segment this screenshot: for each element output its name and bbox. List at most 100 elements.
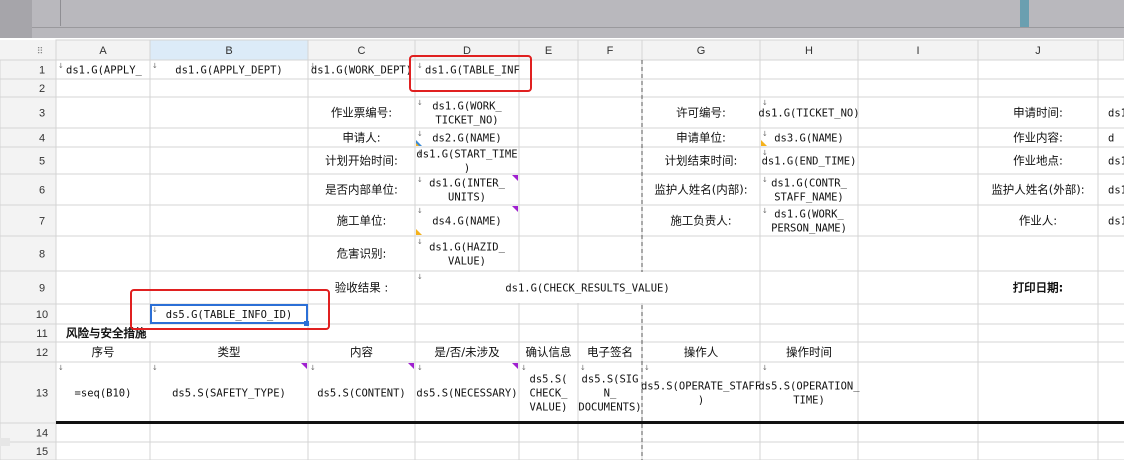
cell-13-3[interactable]: ds5.S(NECESSARY) <box>416 388 517 400</box>
cell-12-2[interactable]: 内容 <box>350 345 373 359</box>
cell-marker-icon <box>512 363 518 369</box>
cell-6-10[interactable]: ds1. <box>1108 185 1124 197</box>
cell-6-9[interactable]: 监护人姓名(外部): <box>991 183 1084 197</box>
cell-13-4[interactable]: ds5.S(CHECK_ VALUE) <box>530 374 569 414</box>
cell-5-9[interactable]: 作业地点: <box>1013 154 1063 168</box>
grid-canvas[interactable]: ⠿ A B C D E F G H I J123456789101112131415ds1.G(AP… <box>0 0 1124 461</box>
cell-12-7[interactable]: 操作时间 <box>786 345 832 359</box>
cell-12-4[interactable]: 确认信息 <box>526 345 572 359</box>
cell-12-0[interactable]: 序号 <box>92 345 115 359</box>
cell-5-2[interactable]: 计划开始时间: <box>325 154 398 168</box>
expand-arrow-icon: ↓ <box>58 364 64 372</box>
cell-3-9[interactable]: 申请时间: <box>1013 106 1063 120</box>
cell-5-6[interactable]: 计划结束时间: <box>665 154 738 168</box>
row-header-label: 15 <box>36 446 48 458</box>
cell-3-10[interactable]: ds1 <box>1108 108 1124 120</box>
cell-5-7[interactable]: ds1.G(END_TIME) <box>762 156 857 168</box>
row-header-4[interactable] <box>0 127 57 148</box>
column-header-label: J <box>1035 45 1041 57</box>
cell-marker-icon <box>301 363 307 369</box>
horizontal-splitter[interactable] <box>0 438 10 446</box>
cell-13-6[interactable]: ds5.S(OPERATE_STAFF) <box>641 381 761 407</box>
row-header-6[interactable] <box>0 173 57 206</box>
expand-arrow-icon: ↓ <box>762 99 768 107</box>
expand-arrow-icon: ↓ <box>580 364 586 372</box>
cell-1-2[interactable]: ds1.G(WORK_DEPT) <box>311 65 412 77</box>
row-header-9[interactable] <box>0 270 57 305</box>
cell-7-6[interactable]: 施工负责人: <box>670 214 731 228</box>
row-header-8[interactable] <box>0 235 57 272</box>
expand-arrow-icon: ↓ <box>417 364 423 372</box>
cell-5-10[interactable]: ds1 <box>1108 156 1124 168</box>
cell-8-3[interactable]: ds1.G(HAZID_ VALUE) <box>429 242 506 268</box>
cell-13-0[interactable]: =seq(B10) <box>75 388 132 400</box>
expand-arrow-icon: ↓ <box>417 99 423 107</box>
cell-6-2[interactable]: 是否内部单位: <box>325 183 398 197</box>
expand-arrow-icon: ↓ <box>762 176 768 184</box>
row-header-label: 6 <box>39 185 45 197</box>
cell-12-1[interactable]: 类型 <box>218 345 241 359</box>
column-header-label: E <box>545 45 552 57</box>
row-header-label: 8 <box>39 249 45 261</box>
cell-13-5[interactable]: ds5.S(SIG N_ DOCUMENTS) <box>578 374 641 414</box>
cell-9-2[interactable]: 验收结果 : <box>335 281 389 295</box>
spreadsheet-grid[interactable]: ⠿ A B C D E F G H I J 1 2 3 4 5 6 7 8 9 10 11 12 13 14 15 ds1.G(AP… <box>0 0 1124 464</box>
row-header-1[interactable] <box>0 59 57 80</box>
cell-6-3[interactable]: ds1.G(INTER_ UNITS) <box>429 178 506 204</box>
cell-marker-icon <box>512 206 518 212</box>
cell-4-3[interactable]: ds2.G(NAME) <box>432 133 502 145</box>
select-all-icon[interactable]: ⠿ <box>37 46 44 57</box>
fill-handle[interactable] <box>304 321 309 326</box>
row-header-label: 13 <box>36 388 48 400</box>
expand-arrow-icon: ↓ <box>417 238 423 246</box>
cell-13-1[interactable]: ds5.S(SAFETY_TYPE) <box>172 388 286 400</box>
cell-7-7[interactable]: ds1.G(WORK_ PERSON_NAME) <box>771 209 847 235</box>
expand-arrow-icon: ↓ <box>310 62 316 70</box>
cell-4-2[interactable]: 申请人: <box>342 131 380 145</box>
cell-7-10[interactable]: ds1. <box>1108 216 1124 228</box>
cell-9-3[interactable]: ds1.G(CHECK_RESULTS_VALUE) <box>505 283 669 295</box>
cell-6-6[interactable]: 监护人姓名(内部): <box>654 183 747 197</box>
cell-12-6[interactable]: 操作人 <box>684 345 719 359</box>
column-header-more[interactable] <box>1097 39 1124 61</box>
cell-selection[interactable] <box>150 304 308 324</box>
cell-3-6[interactable]: 许可编号: <box>676 106 726 120</box>
cell-1-0[interactable]: ds1.G(APPLY_ <box>66 65 143 77</box>
cell-13-2[interactable]: ds5.S(CONTENT) <box>317 388 406 400</box>
row-header-3[interactable] <box>0 96 57 129</box>
cell-7-2[interactable]: 施工单位: <box>337 214 387 228</box>
cell-6-7[interactable]: ds1.G(CONTR_ STAFF_NAME) <box>771 178 848 204</box>
cell-13-7[interactable]: ds5.S(OPERATION_ TIME) <box>758 381 860 407</box>
cell-12-5[interactable]: 电子签名 <box>587 345 633 359</box>
cell-9-9[interactable]: 打印日期: <box>1013 281 1064 295</box>
cell-7-9[interactable]: 作业人: <box>1019 214 1057 228</box>
cell-8-2[interactable]: 危害识别: <box>337 247 387 261</box>
expand-arrow-icon: ↓ <box>417 130 423 138</box>
row-header-7[interactable] <box>0 204 57 237</box>
row-header-label: 4 <box>39 133 45 145</box>
expand-arrow-icon: ↓ <box>762 149 768 157</box>
column-header-label: F <box>607 45 614 57</box>
row-header-2[interactable] <box>0 78 57 98</box>
row-header-5[interactable] <box>0 146 57 175</box>
cell-3-2[interactable]: 作业票编号: <box>331 106 392 120</box>
expand-arrow-icon: ↓ <box>417 273 423 281</box>
row-header-label: 10 <box>36 309 48 321</box>
cell-4-7[interactable]: ds3.G(NAME) <box>774 133 844 145</box>
cell-4-9[interactable]: 作业内容: <box>1013 131 1063 145</box>
row-header-label: 11 <box>36 328 47 340</box>
expand-arrow-icon: ↓ <box>152 62 158 70</box>
cell-5-3[interactable]: ds1.G(START_TIME) <box>416 149 517 175</box>
row-header-label: 7 <box>39 216 45 228</box>
expand-arrow-icon: ↓ <box>762 364 768 372</box>
expand-arrow-icon: ↓ <box>762 130 768 138</box>
expand-arrow-icon: ↓ <box>310 364 316 372</box>
cell-7-3[interactable]: ds4.G(NAME) <box>432 216 502 228</box>
cell-4-6[interactable]: 申请单位: <box>676 131 726 145</box>
cell-3-3[interactable]: ds1.G(WORK_ TICKET_NO) <box>432 101 502 127</box>
cell-3-7[interactable]: ds1.G(TICKET_NO) <box>758 108 859 120</box>
cell-4-10[interactable]: d <box>1108 133 1114 145</box>
cell-12-3[interactable]: 是/否/未涉及 <box>434 345 500 359</box>
cell-1-1[interactable]: ds1.G(APPLY_DEPT) <box>175 65 282 77</box>
column-header-label: A <box>99 45 107 57</box>
